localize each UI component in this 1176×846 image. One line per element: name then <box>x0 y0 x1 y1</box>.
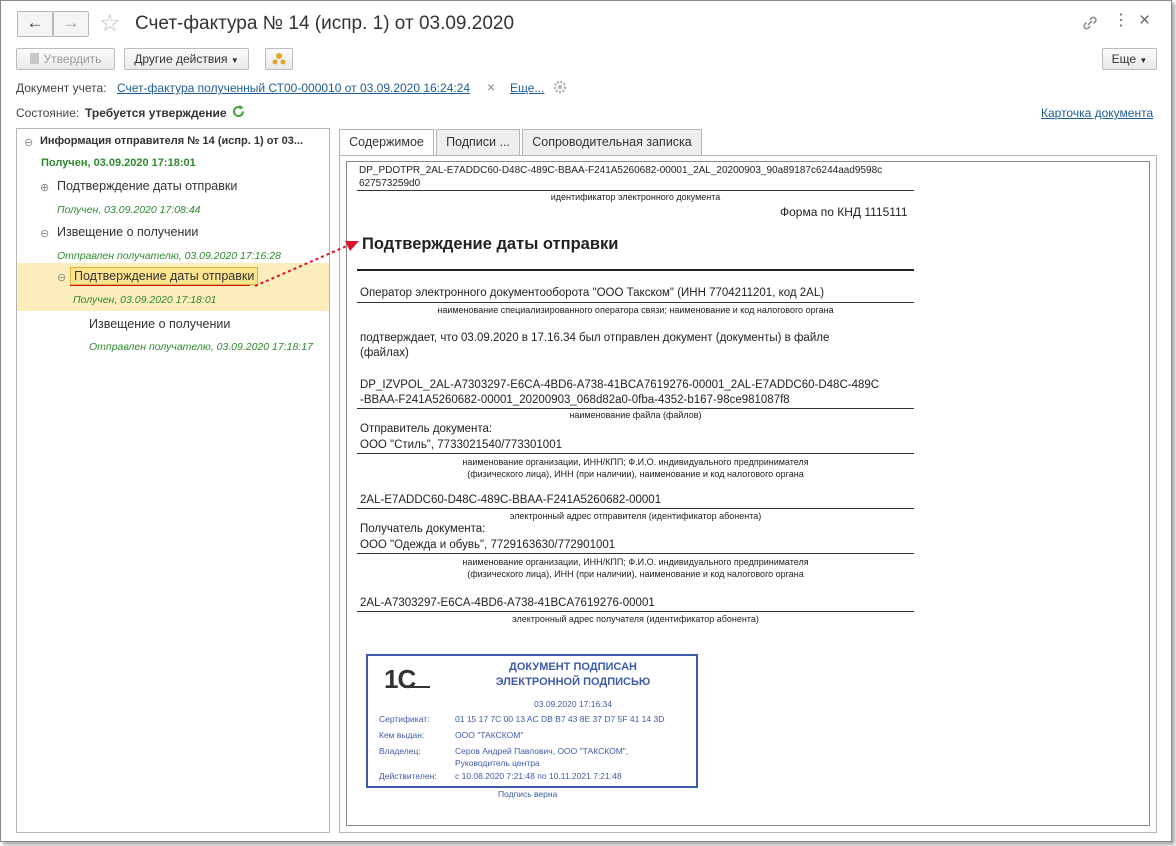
stamp-title-2: ЭЛЕКТРОННОЙ ПОДПИСЬЮ <box>495 676 651 688</box>
signature-verified: Подпись верна <box>498 789 558 799</box>
stamp-issuer-value: ООО "ТАКСКОМ" <box>455 730 524 740</box>
tree-item-receipt-notice[interactable]: Извещение о получении <box>57 225 198 239</box>
collapse-icon[interactable]: ⊖ <box>24 136 33 149</box>
state-label: Состояние: <box>16 106 80 120</box>
tree-item-status: Получен, 03.09.2020 17:18:01 <box>73 294 217 306</box>
sender-label: Отправитель документа: <box>360 423 493 435</box>
receiver-value: ООО "Одежда и обувь", 7729163630/7729010… <box>360 539 616 551</box>
dropdown-arrow-icon: ▼ <box>230 56 239 65</box>
org-caption-2: (физического лица), ИНН (при наличии), н… <box>467 469 804 479</box>
receiver-address-caption: электронный адрес получателя (идентифика… <box>512 614 759 624</box>
account-doc-more-link[interactable]: Еще... <box>510 81 544 95</box>
file-name-1: DP_IZVPOL_2AL-A7303297-E6CA-4BD6-A738-41… <box>360 379 880 391</box>
structure-button[interactable] <box>265 48 293 70</box>
stamp-owner-label: Владелец: <box>379 746 421 756</box>
tab-cover-note[interactable]: Сопроводительная записка <box>522 129 702 155</box>
stamp-issuer-label: Кем выдан: <box>379 730 425 740</box>
link-icon[interactable] <box>1081 14 1099 37</box>
org-caption-1: наименование организации, ИНН/КПП; Ф.И.О… <box>462 457 809 467</box>
divider <box>357 190 914 191</box>
stamp-owner-value-2: Руководитель центра <box>455 758 540 768</box>
refresh-icon[interactable] <box>231 104 246 124</box>
confirms-text-1: подтверждает, что 03.09.2020 в 17.16.34 … <box>360 332 830 344</box>
stamp-title-1: ДОКУМЕНТ ПОДПИСАН <box>509 661 637 673</box>
operator-text: Оператор электронного документооборота "… <box>360 287 825 299</box>
account-doc-link[interactable]: Счет-фактура полученный СТ00-000010 от 0… <box>117 81 470 95</box>
divider <box>357 611 914 612</box>
heading-rule <box>357 269 914 271</box>
stamp-valid-label: Действителен: <box>379 771 437 781</box>
more-vertical-icon[interactable]: ⋮ <box>1113 13 1129 29</box>
tab-content[interactable]: Содержимое <box>339 129 434 156</box>
org-caption-1: наименование организации, ИНН/КПП; Ф.И.О… <box>462 557 809 567</box>
sender-value: ООО "Стиль", 7733021540/773301001 <box>360 439 562 451</box>
tree-item-date-confirmation[interactable]: Подтверждение даты отправки <box>57 179 237 193</box>
clear-icon[interactable]: × <box>487 79 495 95</box>
divider <box>357 553 914 554</box>
document-heading: Подтверждение даты отправки <box>362 235 619 253</box>
tree-item-receipt-notice-child[interactable]: Извещение о получении <box>89 317 230 331</box>
sender-address: 2AL-E7ADDC60-D48C-489C-BBAA-F241A5260682… <box>360 494 662 506</box>
dropdown-arrow-icon: ▼ <box>1139 56 1148 65</box>
divider <box>357 302 914 303</box>
divider <box>357 453 914 454</box>
expand-icon[interactable]: ⊕ <box>40 181 49 194</box>
document-window: ← → ☆ Счет-фактура № 14 (испр. 1) от 03.… <box>0 0 1172 842</box>
back-button[interactable]: ← <box>17 11 53 37</box>
logo-underline <box>404 686 430 688</box>
tree-item-date-confirmation-selected[interactable]: Подтверждение даты отправки <box>70 267 259 285</box>
org-caption-2: (физического лица), ИНН (при наличии), н… <box>467 569 804 579</box>
forward-button[interactable]: → <box>53 11 89 37</box>
file-id-line-1: DP_PDOTPR_2AL-E7ADDC60-D48C-489C-BBAA-F2… <box>359 165 883 176</box>
close-icon[interactable]: × <box>1139 10 1150 32</box>
file-id-caption: идентификатор электронного документа <box>550 192 721 202</box>
hierarchy-icon <box>272 53 286 65</box>
arrow-left-icon: ← <box>26 13 44 32</box>
approve-button[interactable]: Утвердить <box>16 48 115 70</box>
document-card-link[interactable]: Карточка документа <box>1041 106 1153 120</box>
tree-item-status: Отправлен получателю, 03.09.2020 17:18:1… <box>89 341 313 353</box>
file-name-2: -BBAA-F241A5260682-00001_20200903_068d82… <box>360 394 790 406</box>
gear-icon[interactable] <box>553 80 567 99</box>
tree-item-status: Получен, 03.09.2020 17:08:44 <box>57 204 201 216</box>
stamp-date: 03.09.2020 17:16:34 <box>534 699 612 709</box>
account-doc-label: Документ учета: <box>16 81 107 95</box>
other-actions-label: Другие действия <box>134 52 228 66</box>
receiver-address: 2AL-A7303297-E6CA-4BD6-A738-41BCA7619276… <box>360 597 655 609</box>
signature-stamp: 1С ДОКУМЕНТ ПОДПИСАН ЭЛЕКТРОННОЙ ПОДПИСЬ… <box>366 654 698 788</box>
sender-address-caption: электронный адрес отправителя (идентифик… <box>509 511 762 521</box>
file-id-line-2: 627573259d0 <box>359 178 421 189</box>
stamp-cert-label: Сертификат: <box>379 714 430 724</box>
file-name-caption: наименование файла (файлов) <box>569 410 702 420</box>
tab-signatures[interactable]: Подписи ... <box>436 129 520 155</box>
form-code: Форма по КНД 1115111 <box>780 205 908 219</box>
divider <box>357 508 914 509</box>
arrow-right-icon: → <box>62 13 80 32</box>
logo-1c: 1С <box>384 664 416 694</box>
tree-root-title[interactable]: Информация отправителя № 14 (испр. 1) от… <box>40 135 303 147</box>
approve-label: Утвердить <box>43 52 102 66</box>
document-preview: DP_PDOTPR_2AL-E7ADDC60-D48C-489C-BBAA-F2… <box>346 161 1150 826</box>
stamp-owner-value-1: Серов Андрей Павлович, ООО "ТАКСКОМ", <box>455 746 629 756</box>
collapse-icon[interactable]: ⊖ <box>57 271 66 284</box>
stamp-cert-value: 01 15 17 7C 00 13 AC DB B7 43 8E 37 D7 5… <box>455 714 665 724</box>
state-value: Требуется утверждение <box>85 106 227 120</box>
other-actions-button[interactable]: Другие действия ▼ <box>124 48 249 70</box>
stamp-valid-value: с 10.08.2020 7:21:48 по 10.11.2021 7:21:… <box>455 771 622 781</box>
divider <box>357 408 914 409</box>
annotation-arrow <box>254 241 359 287</box>
favorite-star-icon[interactable]: ☆ <box>99 9 121 38</box>
selection-underline <box>70 285 250 286</box>
window-title: Счет-фактура № 14 (испр. 1) от 03.09.202… <box>135 13 515 34</box>
approve-icon <box>29 53 39 64</box>
more-button[interactable]: Еще ▼ <box>1102 48 1157 70</box>
more-label: Еще <box>1111 52 1137 66</box>
collapse-icon[interactable]: ⊖ <box>40 227 49 240</box>
receiver-label: Получатель документа: <box>360 523 486 535</box>
operator-caption: наименование специализированного операто… <box>437 305 834 315</box>
tree-root-status: Получен, 03.09.2020 17:18:01 <box>41 157 196 169</box>
confirms-text-2: (файлах) <box>360 347 409 359</box>
